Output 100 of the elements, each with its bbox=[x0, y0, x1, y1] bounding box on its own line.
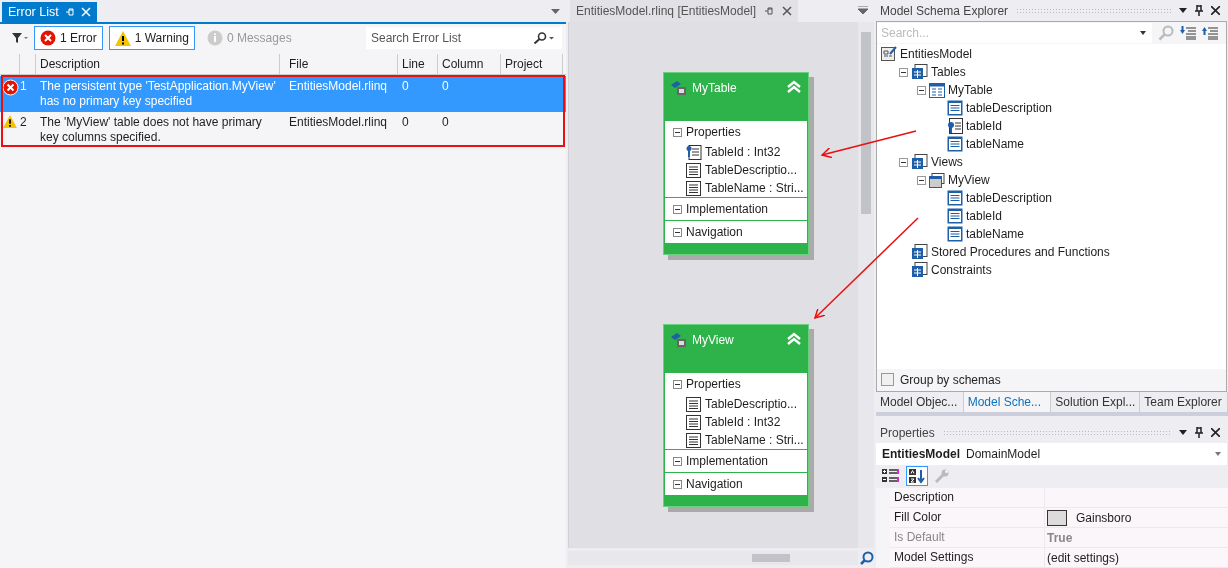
folder-icon bbox=[911, 262, 928, 279]
section-title: Navigation bbox=[686, 477, 743, 491]
column-icon bbox=[947, 100, 963, 117]
expander-icon[interactable] bbox=[917, 175, 926, 185]
panel-tab[interactable]: Solution Expl... bbox=[1051, 391, 1141, 412]
checkbox-label: Group by schemas bbox=[900, 372, 1001, 387]
warning-icon bbox=[114, 30, 131, 46]
file-name: EntitiesModel.rlinq bbox=[288, 115, 389, 131]
column-header[interactable]: Column bbox=[438, 54, 501, 74]
dropdown-icon[interactable] bbox=[1179, 430, 1187, 436]
window-icon bbox=[929, 172, 945, 188]
section-header[interactable]: Navigation bbox=[665, 221, 807, 243]
column-header[interactable]: File bbox=[285, 54, 398, 74]
tab-title: Error List bbox=[8, 5, 59, 19]
vertical-scrollbar[interactable] bbox=[858, 22, 874, 548]
error-description: The 'MyView' table does not have primary key columns specified. bbox=[39, 115, 263, 146]
horizontal-scrollbar[interactable] bbox=[568, 551, 858, 565]
property-value[interactable]: Gainsboro bbox=[1076, 510, 1132, 525]
tree-item[interactable]: tableId bbox=[966, 209, 1003, 224]
section-title: Implementation bbox=[686, 454, 769, 468]
close-icon[interactable] bbox=[1211, 6, 1220, 16]
tree-item[interactable]: tableName bbox=[966, 137, 1025, 152]
tree-item[interactable]: MyTable bbox=[948, 83, 993, 98]
expand-all-icon[interactable] bbox=[1180, 26, 1196, 41]
close-icon[interactable] bbox=[1211, 428, 1220, 438]
entity-name: MyView bbox=[692, 332, 734, 348]
categorized-icon[interactable] bbox=[882, 468, 900, 485]
object-selector[interactable]: EntitiesModel DomainModel bbox=[876, 443, 1227, 465]
collapse-icon[interactable] bbox=[673, 456, 682, 466]
error-row[interactable]: 2 The 'MyView' table does not have primary key columns specified. EntitiesModel.rlinq 0 0 bbox=[0, 112, 566, 148]
entity-icon bbox=[670, 332, 688, 348]
row-number: 2 bbox=[20, 115, 28, 131]
column-number: 0 bbox=[441, 115, 450, 131]
column-header[interactable]: Line bbox=[398, 54, 438, 74]
entity-icon bbox=[670, 80, 688, 96]
tree-item[interactable]: Tables bbox=[931, 65, 966, 80]
collapse-icon[interactable] bbox=[673, 204, 682, 214]
tree-item[interactable]: tableDescription bbox=[966, 101, 1053, 116]
panel-tab[interactable]: Model Objec... bbox=[876, 391, 964, 412]
collapse-icon[interactable] bbox=[673, 479, 682, 489]
tree-item[interactable]: Stored Procedures and Functions bbox=[931, 245, 1110, 260]
search-box[interactable]: Search... bbox=[877, 23, 1152, 44]
checkbox[interactable] bbox=[881, 373, 894, 387]
section-header[interactable]: Properties bbox=[665, 121, 807, 143]
search-box[interactable]: Search Error List bbox=[366, 27, 562, 49]
row-number: 1 bbox=[20, 79, 28, 95]
collapse-icon[interactable] bbox=[673, 227, 682, 237]
key-column-icon bbox=[947, 118, 963, 135]
section-title: Implementation bbox=[686, 202, 769, 216]
tree-item[interactable]: tableDescription bbox=[966, 191, 1053, 206]
column-icon bbox=[947, 136, 963, 153]
alphabetical-button[interactable] bbox=[906, 466, 928, 487]
pin-icon[interactable] bbox=[1195, 5, 1203, 17]
search-input[interactable]: Search... bbox=[877, 25, 1140, 42]
search-input[interactable]: Search Error List bbox=[366, 30, 533, 46]
filter-button[interactable]: 1 Error bbox=[34, 26, 103, 50]
section-header[interactable]: Implementation bbox=[665, 198, 807, 220]
tree-item[interactable]: tableId bbox=[966, 119, 1003, 134]
expander-icon[interactable] bbox=[917, 85, 926, 95]
info-icon bbox=[206, 30, 223, 46]
panel-title: Model Schema Explorer bbox=[880, 3, 1009, 18]
property-value[interactable]: (edit settings) bbox=[1047, 550, 1120, 565]
column-icon bbox=[947, 208, 963, 225]
section-title: Properties bbox=[686, 377, 741, 391]
zoom-icon[interactable] bbox=[860, 551, 874, 565]
property-name: Is Default bbox=[890, 528, 1045, 547]
tree-item[interactable]: Constraints bbox=[931, 263, 992, 278]
property-name: Fill Color bbox=[890, 508, 1045, 527]
column-header[interactable]: Description bbox=[36, 54, 280, 74]
column-icon bbox=[947, 190, 963, 207]
tree-item[interactable]: EntitiesModel bbox=[900, 47, 973, 62]
tab-title: EntitiesModel.rlinq [EntitiesModel] bbox=[576, 4, 757, 18]
tree-item[interactable]: tableName bbox=[966, 227, 1025, 242]
tree-item[interactable]: MyView bbox=[948, 173, 990, 188]
section-header[interactable]: Navigation bbox=[665, 473, 807, 495]
filter-button[interactable]: 1 Warning bbox=[108, 26, 195, 50]
property-label: TableDescriptio... bbox=[705, 397, 798, 411]
tree-item[interactable]: Views bbox=[931, 155, 963, 170]
section-title: Properties bbox=[686, 125, 741, 139]
collapse-icon[interactable] bbox=[673, 379, 682, 389]
collapse-icon[interactable] bbox=[673, 127, 682, 137]
property-label: TableId : Int32 bbox=[705, 145, 781, 159]
collapse-all-icon[interactable] bbox=[1202, 26, 1218, 41]
section-header[interactable]: Properties bbox=[665, 373, 807, 395]
filter-icon[interactable] bbox=[12, 32, 28, 44]
panel-tab[interactable]: Team Explorer bbox=[1140, 391, 1228, 412]
property-icon bbox=[686, 396, 702, 412]
folder-icon bbox=[911, 244, 928, 261]
panel-title: Properties bbox=[880, 425, 935, 440]
dropdown-icon[interactable] bbox=[1179, 8, 1187, 14]
pin-icon[interactable] bbox=[1195, 427, 1203, 439]
column-header[interactable]: Project bbox=[501, 54, 563, 74]
property-name: Model Settings bbox=[890, 548, 1045, 567]
section-header[interactable]: Implementation bbox=[665, 450, 807, 472]
expander-icon[interactable] bbox=[899, 157, 908, 167]
property-icon bbox=[686, 432, 702, 448]
column-icon bbox=[947, 226, 963, 243]
property-name: Description bbox=[890, 488, 1045, 507]
expander-icon[interactable] bbox=[899, 67, 908, 77]
column-number: 0 bbox=[441, 79, 450, 95]
